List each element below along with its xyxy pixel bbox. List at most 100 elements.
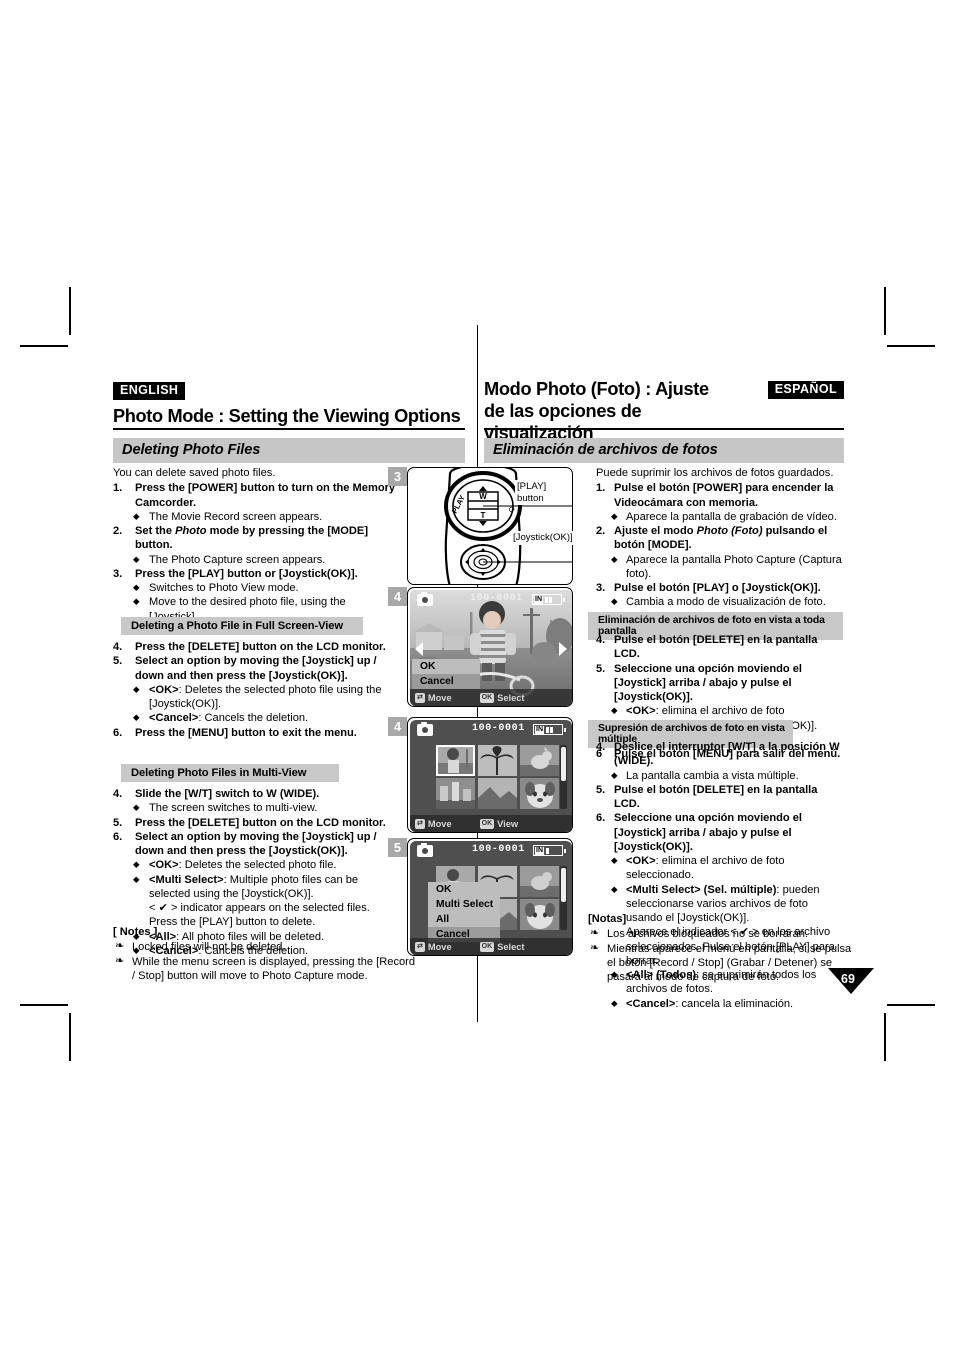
crop-mark-br-h bbox=[887, 1004, 935, 1006]
battery-level-bars bbox=[545, 726, 553, 733]
header-spanish: ESPAÑOL Modo Photo (Foto) : Ajuste de la… bbox=[484, 378, 844, 445]
multi-step-5-english: 5. Press the [DELETE] button on the LCD … bbox=[113, 816, 403, 830]
page-title-english: Photo Mode : Setting the Viewing Options bbox=[113, 405, 461, 426]
thumbnail-1[interactable] bbox=[436, 745, 475, 776]
step-1-text-spanish: Pulse el botón [POWER] para encender la … bbox=[614, 482, 834, 509]
svg-text:W: W bbox=[479, 492, 487, 501]
multi-view-scrollbar-thumb[interactable] bbox=[561, 747, 566, 781]
figure-5-number: 5 bbox=[388, 838, 407, 857]
battery-indicator-figure5: IN bbox=[533, 845, 566, 856]
step-3-bullet-1-spanish: ◆ Cambia a modo de visualización de foto… bbox=[596, 595, 846, 609]
hint-move-label-multi-view: Move bbox=[427, 818, 452, 829]
thumbnail-4[interactable] bbox=[436, 778, 475, 809]
check-indicator-icon: ✔ bbox=[158, 902, 168, 914]
ok-button-icon: OK bbox=[479, 692, 495, 703]
page-title-spanish: Modo Photo (Foto) : Ajuste de las opcion… bbox=[484, 378, 754, 445]
step-3-bullet-1-english: ◆ Switches to Photo View mode. bbox=[113, 581, 403, 595]
multi-option-ok-spanish: ◆ <OK>: elimina el archivo de foto selec… bbox=[596, 854, 846, 883]
multi-step-4-bullet-text-english: The screen switches to multi-view. bbox=[149, 802, 318, 815]
step-3-text-spanish: Pulse el botón [PLAY] o [Joystick(OK)]. bbox=[614, 582, 821, 594]
previous-photo-arrow-icon[interactable] bbox=[415, 642, 423, 656]
note-2-text-spanish: Mientras aparece el menú en pantalla, si… bbox=[607, 942, 852, 984]
multi-step-6-english: 6. Select an option by moving the [Joyst… bbox=[113, 830, 403, 859]
thumbnail-5-image bbox=[478, 778, 517, 809]
step-2-english: 2. Set the Photo mode by pressing the [M… bbox=[113, 524, 403, 553]
step-1-text-english: Press the [POWER] button to turn on the … bbox=[135, 482, 396, 509]
note-1-spanish: ❧ Los archivos bloqueados no se borrarán… bbox=[590, 927, 846, 941]
photo-mode-camera-icon bbox=[417, 592, 433, 606]
multi-step-5-spanish: 5. Pulse el botón [DELETE] en la pantall… bbox=[596, 783, 846, 812]
menu-item-all[interactable]: All bbox=[428, 912, 500, 927]
lcd-screen-multi-view-menu: 100-0001 IN OK Multi Select All Cancel ⇄… bbox=[410, 841, 572, 955]
multi-step-6-spanish: 6. Seleccione una opción moviendo el [Jo… bbox=[596, 811, 846, 854]
next-photo-arrow-icon[interactable] bbox=[559, 642, 567, 656]
step-4-number-spanish: 4. bbox=[596, 634, 606, 646]
step-1-bullet-text-english: The Movie Record screen appears. bbox=[149, 510, 323, 523]
step-5-text-english: Select an option by moving the [Joystick… bbox=[135, 655, 377, 682]
intro-english: You can delete saved photo files. bbox=[113, 467, 276, 479]
thumbnail-2[interactable] bbox=[478, 745, 517, 776]
hint-move-label-figure5: Move bbox=[427, 941, 452, 952]
step-1-number-spanish: 1. bbox=[596, 482, 606, 495]
multi-step-6-text-english: Select an option by moving the [Joystick… bbox=[135, 830, 377, 857]
diamond-bullet-icon: ◆ bbox=[611, 553, 618, 564]
delete-menu-multi-view[interactable]: OK Multi Select All Cancel bbox=[428, 882, 500, 942]
step-5-spanish: 5. Seleccione una opción moviendo el [Jo… bbox=[596, 662, 846, 705]
figure-4a-number: 4 bbox=[388, 587, 407, 606]
figure-3-number: 3 bbox=[388, 467, 407, 486]
battery-memory-label: IN bbox=[535, 725, 544, 734]
thumbnail-3[interactable] bbox=[520, 745, 559, 776]
photo-mode-camera-icon bbox=[417, 722, 433, 736]
step-1-bullet-text-spanish: Aparece la pantalla de grabación de víde… bbox=[626, 510, 837, 523]
thumbnail-6[interactable] bbox=[520, 778, 559, 809]
multi-option-cancel-spanish: ◆ <Cancel>: cancela la eliminación. bbox=[596, 997, 846, 1011]
menu-item-ok[interactable]: OK bbox=[412, 659, 480, 674]
crop-mark-tl-h bbox=[20, 345, 68, 347]
thumbnail-1-image bbox=[436, 745, 475, 776]
diamond-bullet-icon: ◆ bbox=[133, 712, 140, 723]
thumbnail-3[interactable] bbox=[520, 866, 559, 897]
battery-indicator-full-view: IN bbox=[532, 594, 565, 605]
menu-item-ok[interactable]: OK bbox=[428, 882, 500, 897]
joystick-move-icon: ⇄ bbox=[415, 692, 425, 703]
figure5-scrollbar-track[interactable] bbox=[560, 866, 567, 930]
delete-menu-full-view[interactable]: OK Cancel bbox=[412, 659, 480, 689]
multi-step-4-number-spanish: 4. bbox=[596, 741, 606, 753]
body-english: You can delete saved photo files. 1. Pre… bbox=[113, 466, 403, 624]
diamond-bullet-icon: ◆ bbox=[611, 596, 618, 607]
hint-select-label-full-view: Select bbox=[497, 692, 525, 703]
step-4-text-spanish: Pulse el botón [DELETE] en la pantalla L… bbox=[614, 634, 818, 661]
crop-mark-tr-h bbox=[887, 345, 935, 347]
diamond-bullet-icon: ◆ bbox=[133, 683, 140, 694]
multi-view-scrollbar-track[interactable] bbox=[560, 745, 567, 809]
figure-3-callout-play-line2: button bbox=[517, 492, 544, 504]
intro-spanish: Puede suprimir los archivos de fotos gua… bbox=[596, 467, 834, 479]
step-6-english: 6. Press the [MENU] button to exit the m… bbox=[113, 726, 403, 740]
multi-step-5-text-spanish: Pulse el botón [DELETE] en la pantalla L… bbox=[614, 783, 818, 810]
step-1-english: 1. Press the [POWER] button to turn on t… bbox=[113, 481, 403, 510]
flower-bullet-icon: ❧ bbox=[115, 940, 125, 953]
hint-view-multi-view: OK View bbox=[479, 818, 518, 829]
menu-item-multi-select[interactable]: Multi Select bbox=[428, 897, 500, 912]
battery-level-bars bbox=[545, 847, 549, 854]
thumbnail-6[interactable] bbox=[520, 899, 559, 930]
thumbnail-5[interactable] bbox=[478, 778, 517, 809]
battery-memory-label: IN bbox=[534, 595, 543, 604]
hint-move-figure5: ⇄ Move bbox=[415, 941, 452, 952]
language-badge-english: ENGLISH bbox=[113, 382, 186, 400]
file-number-label-multi-view: 100-0001 bbox=[472, 723, 525, 734]
thumbnail-6-image bbox=[520, 899, 559, 930]
joystick-move-icon: ⇄ bbox=[415, 941, 425, 952]
option-ok-label-spanish: <OK> bbox=[626, 705, 656, 718]
option-cancel-label-english: <Cancel> bbox=[149, 712, 199, 725]
step-2-text-english: Set the Photo mode by pressing the [MODE… bbox=[135, 525, 369, 552]
step-5-english: 5. Select an option by moving the [Joyst… bbox=[113, 654, 403, 683]
step-1-spanish: 1. Pulse el botón [POWER] para encender … bbox=[596, 481, 846, 510]
figure5-scrollbar-thumb[interactable] bbox=[561, 868, 566, 902]
step-2-bullet-spanish: ◆ Aparece la pantalla Photo Capture (Cap… bbox=[596, 553, 846, 582]
figure-3: 3 W T PLAY C [PLAY] button [Joystick(OK)… bbox=[388, 467, 575, 587]
menu-item-cancel[interactable]: Cancel bbox=[412, 674, 480, 689]
multi-option-multiselect-cont1-english: < ✔ > indicator appears on the selected … bbox=[149, 902, 370, 914]
step-4-number-english: 4. bbox=[113, 641, 123, 653]
lcd-screen-full-view: 100-0001 IN OK Cancel ⇄ Move OK Select bbox=[410, 590, 572, 706]
